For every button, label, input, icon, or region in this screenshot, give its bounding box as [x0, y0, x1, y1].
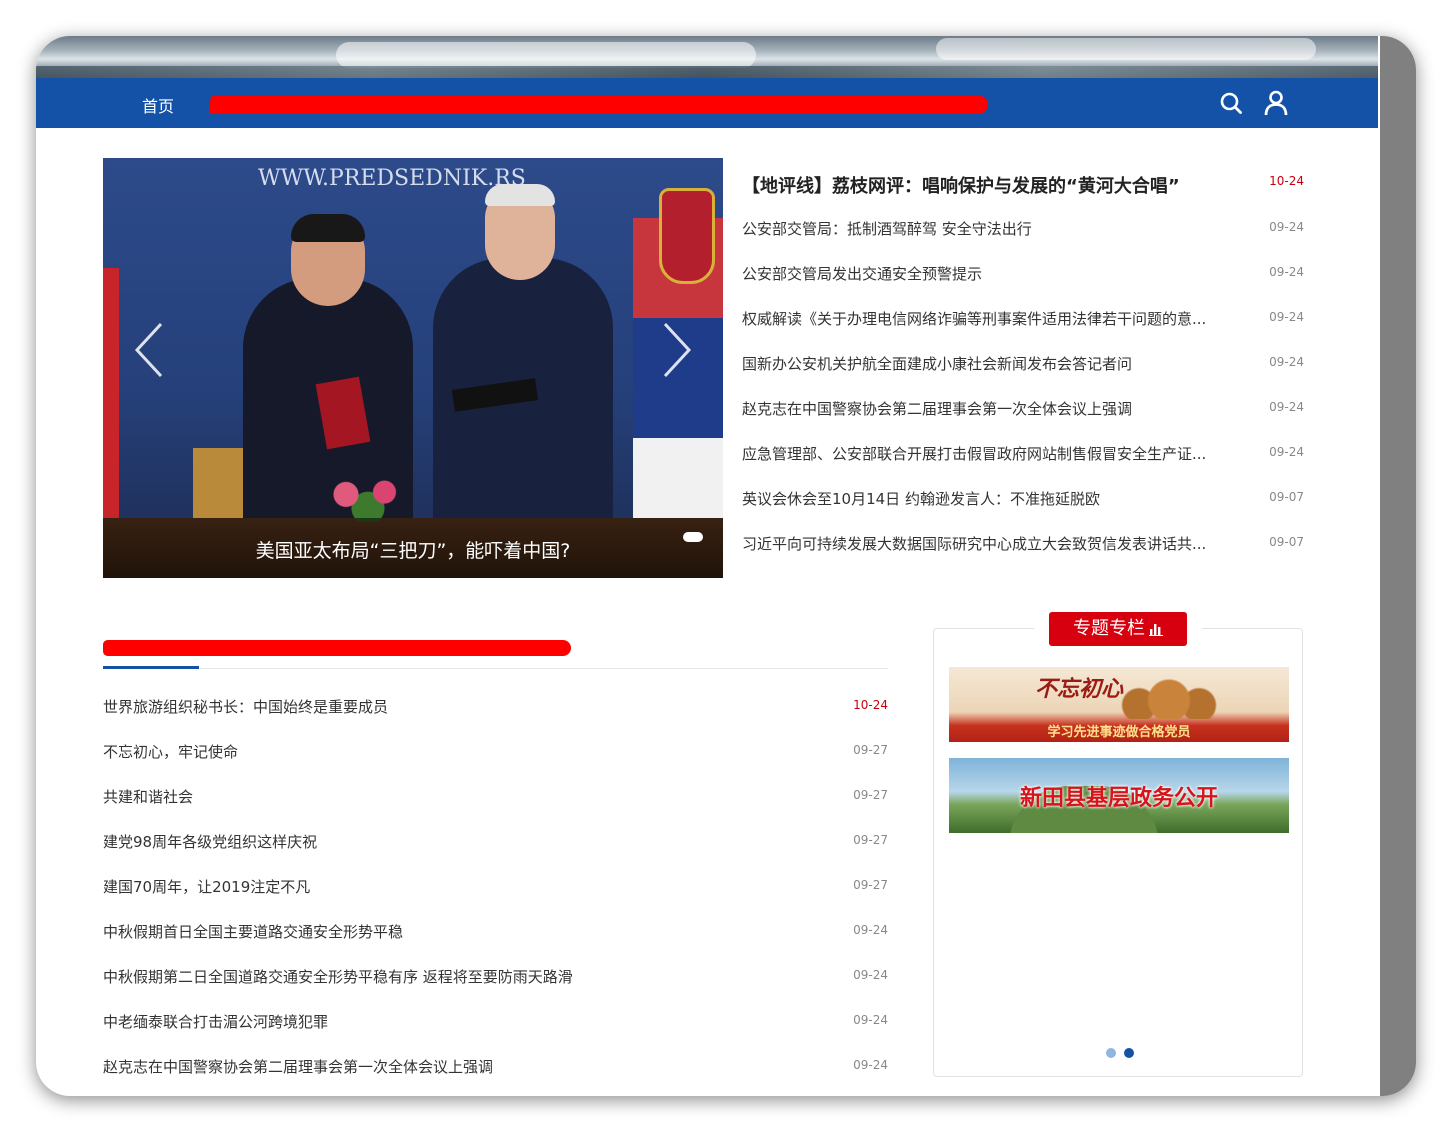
list-item[interactable]: 建党98周年各级党组织这样庆祝 09-27 [103, 819, 888, 864]
news-date: 09-24 [1269, 220, 1304, 234]
news-title[interactable]: 中秋假期首日全国主要道路交通安全形势平稳 [103, 921, 603, 942]
nav-item-home[interactable]: 首页 [142, 93, 174, 117]
top-news-list: 【地评线】荔枝网评：唱响保护与发展的“黄河大合唱” 10-24 公安部交管局：抵… [742, 158, 1304, 566]
news-date: 09-24 [1269, 265, 1304, 279]
banner-caption: 新田县基层政务公开 [1019, 785, 1218, 811]
user-icon[interactable] [1264, 90, 1288, 116]
list-item[interactable]: 世界旅游组织秘书长：中国始终是重要成员 10-24 [103, 684, 888, 729]
special-title-text: 专题专栏 [1073, 618, 1145, 639]
tabs-redaction [103, 640, 571, 656]
news-title[interactable]: 公安部交管局发出交通安全预警提示 [742, 263, 1242, 284]
list-item[interactable]: 中秋假期首日全国主要道路交通安全形势平稳 09-24 [103, 909, 888, 954]
slider-image-text: WWW.PREDSEDNIK.RS [258, 166, 526, 191]
news-title[interactable]: 不忘初心，牢记使命 [103, 741, 603, 762]
carousel-dot[interactable] [1106, 1048, 1116, 1058]
list-item[interactable]: 公安部交管局发出交通安全预警提示 09-24 [742, 251, 1304, 296]
arrow-left-icon[interactable] [131, 320, 171, 380]
list-item[interactable]: 中老缅泰联合打击湄公河跨境犯罪 09-24 [103, 999, 888, 1044]
news-title[interactable]: 建国70周年，让2019注定不凡 [103, 876, 603, 897]
news-title[interactable]: 建党98周年各级党组织这样庆祝 [103, 831, 603, 852]
search-icon[interactable] [1220, 92, 1242, 114]
news-date: 09-27 [853, 833, 888, 847]
news-date: 09-24 [853, 1058, 888, 1072]
list-item[interactable]: 不忘初心，牢记使命 09-27 [103, 729, 888, 774]
list-item[interactable]: 英议会休会至10月14日 约翰逊发言人：不准拖延脱欧 09-07 [742, 476, 1304, 521]
bar-chart-icon [1149, 624, 1163, 636]
list-item[interactable]: 赵克志在中国警察协会第二届理事会第一次全体会议上强调 09-24 [103, 1044, 888, 1089]
news-title[interactable]: 赵克志在中国警察协会第二届理事会第一次全体会议上强调 [742, 398, 1242, 419]
list-item[interactable]: 应急管理部、公安部联合开展打击假冒政府网站制售假冒安全生产证... 09-24 [742, 431, 1304, 476]
main-nav: 首页 [36, 78, 1378, 128]
scrollbar[interactable] [1378, 36, 1416, 1096]
nav-redaction [209, 96, 989, 114]
news-date: 09-24 [853, 923, 888, 937]
news-title[interactable]: 公安部交管局：抵制酒驾醉驾 安全守法出行 [742, 218, 1242, 239]
news-slider[interactable]: WWW.PREDSEDNIK.RS 美国亚太布局“三把刀”，能吓着中国? [103, 158, 723, 578]
list-item[interactable]: 中秋假期第二日全国道路交通安全形势平稳有序 返程将至要防雨天路滑 09-24 [103, 954, 888, 999]
news-date: 09-24 [853, 1013, 888, 1027]
carousel-dots [1106, 1043, 1142, 1062]
news-date: 09-24 [853, 968, 888, 982]
special-column-title: 专题专栏 [1049, 612, 1187, 646]
news-title[interactable]: 英议会休会至10月14日 约翰逊发言人：不准拖延脱欧 [742, 488, 1242, 509]
news-title[interactable]: 中老缅泰联合打击湄公河跨境犯罪 [103, 1011, 603, 1032]
list-item[interactable]: 公安部交管局：抵制酒驾醉驾 安全守法出行 09-24 [742, 206, 1304, 251]
news-title[interactable]: 应急管理部、公安部联合开展打击假冒政府网站制售假冒安全生产证... [742, 443, 1242, 464]
news-title[interactable]: 世界旅游组织秘书长：中国始终是重要成员 [103, 696, 603, 717]
list-item[interactable]: 赵克志在中国警察协会第二届理事会第一次全体会议上强调 09-24 [742, 386, 1304, 431]
browser-window: 首页 WWW.PREDSEDNIK.RS 美国亚太布局“三把刀”，能吓着中国? [36, 36, 1416, 1096]
news-date: 10-24 [1269, 174, 1304, 188]
news-title[interactable]: 共建和谐社会 [103, 786, 603, 807]
news-title[interactable]: 【地评线】荔枝网评：唱响保护与发展的“黄河大合唱” [742, 172, 1242, 198]
news-title[interactable]: 习近平向可持续发展大数据国际研究中心成立大会致贺信发表讲话共... [742, 533, 1242, 554]
news-date: 09-27 [853, 788, 888, 802]
news-date: 09-24 [1269, 355, 1304, 369]
news-tabs [103, 634, 888, 672]
special-banner-party[interactable]: 不忘初心 学习先进事迹做合格党员 [949, 667, 1289, 742]
tabs-divider [103, 668, 888, 669]
list-item[interactable]: 权威解读《关于办理电信网络诈骗等刑事案件适用法律若干问题的意... 09-24 [742, 296, 1304, 341]
slider-caption[interactable]: 美国亚太布局“三把刀”，能吓着中国? [103, 536, 723, 563]
slider-indicator[interactable] [683, 532, 703, 542]
tab-active-indicator [103, 666, 199, 669]
special-banner-gov[interactable]: 新田县基层政务公开 [949, 758, 1289, 833]
list-item[interactable]: 建国70周年，让2019注定不凡 09-27 [103, 864, 888, 909]
news-date: 09-24 [1269, 445, 1304, 459]
news-title[interactable]: 中秋假期第二日全国道路交通安全形势平稳有序 返程将至要防雨天路滑 [103, 966, 803, 987]
news-date: 09-07 [1269, 490, 1304, 504]
news-date: 09-27 [853, 878, 888, 892]
list-item[interactable]: 共建和谐社会 09-27 [103, 774, 888, 819]
list-item[interactable]: 【地评线】荔枝网评：唱响保护与发展的“黄河大合唱” 10-24 [742, 158, 1304, 206]
banner-caption: 学习先进事迹做合格党员 [1047, 725, 1191, 740]
list-item[interactable]: 国新办公安机关护航全面建成小康社会新闻发布会答记者问 09-24 [742, 341, 1304, 386]
header-banner [36, 36, 1378, 78]
banner-slogan: 不忘初心 [1035, 676, 1124, 702]
news-title[interactable]: 国新办公安机关护航全面建成小康社会新闻发布会答记者问 [742, 353, 1242, 374]
news-date: 09-24 [1269, 310, 1304, 324]
news-date: 10-24 [853, 698, 888, 712]
news-date: 09-27 [853, 743, 888, 757]
news-title[interactable]: 权威解读《关于办理电信网络诈骗等刑事案件适用法律若干问题的意... [742, 308, 1242, 329]
news-date: 09-24 [1269, 400, 1304, 414]
special-column-panel: 专题专栏 不忘初心 学习先进事迹做合格党员 新田县基层政务公开 [933, 612, 1303, 1077]
list-item[interactable]: 习近平向可持续发展大数据国际研究中心成立大会致贺信发表讲话共... 09-07 [742, 521, 1304, 566]
carousel-dot-active[interactable] [1124, 1048, 1134, 1058]
tab-news-list: 世界旅游组织秘书长：中国始终是重要成员 10-24 不忘初心，牢记使命 09-2… [103, 684, 888, 1089]
news-title[interactable]: 赵克志在中国警察协会第二届理事会第一次全体会议上强调 [103, 1056, 603, 1077]
arrow-right-icon[interactable] [655, 320, 695, 380]
news-date: 09-07 [1269, 535, 1304, 549]
